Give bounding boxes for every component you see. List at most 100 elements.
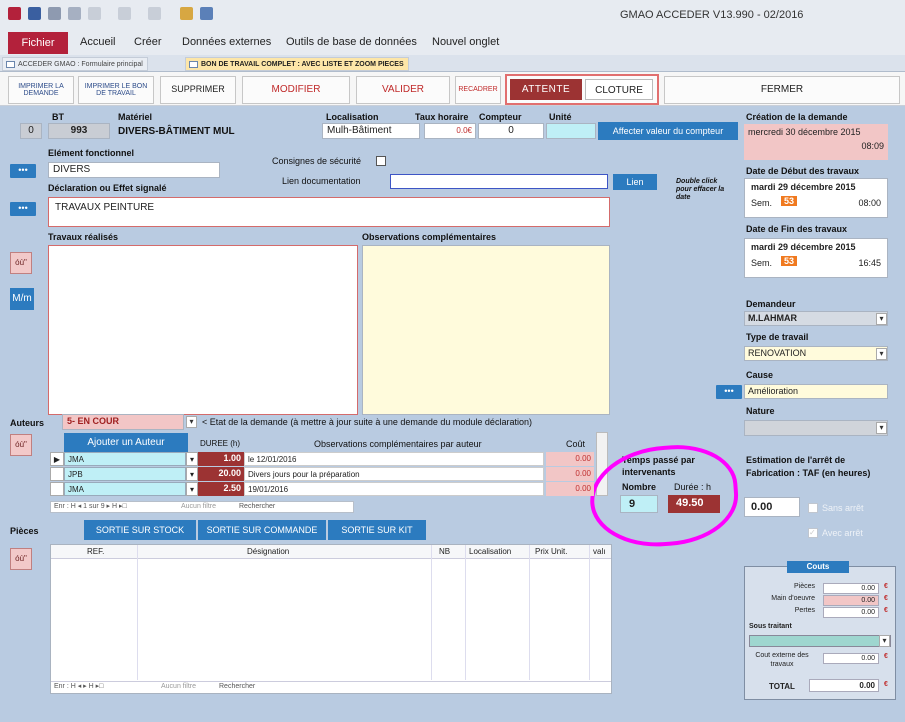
doc-tab-label: ACCEDER GMAO : Formulaire principal <box>18 61 143 68</box>
unite-label: Unité <box>549 112 572 122</box>
cause-more-button[interactable]: ••• <box>716 385 742 399</box>
type-travail-select[interactable]: RENOVATION <box>744 346 888 361</box>
author-obs[interactable]: 19/01/2016 <box>244 482 544 496</box>
undo-icon[interactable] <box>118 7 131 20</box>
nature-select[interactable] <box>744 420 888 436</box>
pieces-grid[interactable]: REF. Désignation NB Localisation Prix Un… <box>50 544 612 694</box>
unite-field[interactable] <box>546 123 596 139</box>
row-selector[interactable] <box>50 467 64 481</box>
delete-button[interactable]: SUPPRIMER <box>160 76 236 104</box>
author-duree[interactable]: 1.00 <box>198 452 244 466</box>
tab-fichier[interactable]: Fichier <box>8 32 68 54</box>
auteurs-action-button[interactable]: óù" <box>10 434 32 456</box>
cause-field[interactable]: Amélioration <box>744 384 888 399</box>
sans-arret-checkbox[interactable] <box>808 503 818 513</box>
observations-field[interactable] <box>362 245 610 415</box>
save-icon[interactable] <box>28 7 41 20</box>
chevron-down-icon[interactable]: ▾ <box>186 467 198 481</box>
col-localisation[interactable]: Localisation <box>469 547 511 556</box>
row-selector[interactable] <box>50 482 64 496</box>
col-ref[interactable]: REF. <box>87 547 104 556</box>
author-row[interactable]: JPB ▾ 20.00 Divers jours pour la préparatio… <box>50 467 605 481</box>
cloture-button[interactable]: CLOTURE <box>585 79 653 100</box>
bt-label: BT <box>52 112 64 122</box>
print-bt-button[interactable]: IMPRIMER LE BON DE TRAVAIL <box>78 76 154 104</box>
redo-icon[interactable] <box>148 7 161 20</box>
cout-externe-value[interactable]: 0.00 <box>823 653 879 664</box>
modify-button[interactable]: MODIFIER <box>242 76 350 104</box>
author-name[interactable]: JMA <box>64 482 186 496</box>
tab-creer[interactable]: Créer <box>134 36 162 48</box>
row-selector[interactable]: ▶ <box>50 452 64 466</box>
element-more-button[interactable]: ••• <box>10 164 36 178</box>
travaux-field[interactable] <box>48 245 358 415</box>
report-icon[interactable] <box>200 7 213 20</box>
author-name[interactable]: JMA <box>64 452 186 466</box>
edit-icon[interactable] <box>48 7 61 20</box>
author-row[interactable]: JMA ▾ 2.50 19/01/2016 0.00 <box>50 482 605 496</box>
attente-button[interactable]: ATTENTE <box>510 79 582 100</box>
estimation-field[interactable]: 0.00 <box>744 497 800 517</box>
doc-tab-bon-de-travail[interactable]: BON DE TRAVAIL COMPLET : AVEC LISTE ET Z… <box>185 57 409 71</box>
travaux-action-button[interactable]: óù" <box>10 252 32 274</box>
tab-nouvel-onglet[interactable]: Nouvel onglet <box>432 36 499 48</box>
author-name[interactable]: JPB <box>64 467 186 481</box>
col-valeur[interactable]: valı <box>593 547 605 556</box>
chevron-down-icon[interactable]: ▾ <box>186 452 198 466</box>
avec-arret-checkbox[interactable]: ✓ <box>808 528 818 538</box>
pieces-action-button[interactable]: óù" <box>10 548 32 570</box>
sortie-kit-button[interactable]: SORTIE SUR KIT <box>328 520 426 540</box>
pertes-value[interactable]: 0.00 <box>823 607 879 618</box>
lien-field[interactable] <box>390 174 608 189</box>
declaration-more-button[interactable]: ••• <box>10 202 36 216</box>
nav-search[interactable]: Rechercher <box>239 502 275 512</box>
col-designation[interactable]: Désignation <box>247 547 289 556</box>
sortie-stock-button[interactable]: SORTIE SUR STOCK <box>84 520 196 540</box>
sortie-commande-button[interactable]: SORTIE SUR COMMANDE <box>198 520 326 540</box>
sous-traitant-select[interactable] <box>749 635 891 647</box>
recadrer-button[interactable]: RECADRER <box>455 76 501 104</box>
print-request-button[interactable]: IMPRIMER LA DEMANDE <box>8 76 74 104</box>
element-field[interactable]: DIVERS <box>48 162 220 178</box>
copy-icon[interactable] <box>68 7 81 20</box>
close-button[interactable]: FERMER <box>664 76 900 104</box>
etat-select[interactable]: 5- EN COUR <box>62 414 184 430</box>
mm-button[interactable]: M/m <box>10 288 34 310</box>
nav-search[interactable]: Rechercher <box>219 682 255 692</box>
author-duree[interactable]: 2.50 <box>198 482 244 496</box>
chevron-down-icon[interactable]: ▾ <box>879 635 890 647</box>
nav-filter[interactable]: Aucun filtre <box>181 502 216 512</box>
taux-field[interactable]: 0.0€ <box>424 123 476 139</box>
author-row[interactable]: ▶ JMA ▾ 1.00 le 12/01/2016 0.00 <box>50 452 605 466</box>
compteur-field[interactable]: 0 <box>478 123 544 139</box>
consignes-checkbox[interactable] <box>376 156 386 166</box>
tab-accueil[interactable]: Accueil <box>80 36 115 48</box>
author-record-nav[interactable]: Enr : H ◂ 1 sur 9 ▸ H ▸□ Aucun filtre Re… <box>50 501 354 513</box>
chevron-down-icon[interactable]: ▾ <box>876 348 887 360</box>
nav-filter[interactable]: Aucun filtre <box>161 682 196 692</box>
chevron-down-icon[interactable]: ▾ <box>876 422 887 434</box>
col-nb[interactable]: NB <box>439 547 450 556</box>
document-tabs: ACCEDER GMAO : Formulaire principal BON … <box>0 55 905 72</box>
author-duree[interactable]: 20.00 <box>198 467 244 481</box>
chevron-down-icon[interactable]: ▾ <box>186 416 197 428</box>
pieces-record-nav[interactable]: Enr : H ◂ ▸ H ▸□ Aucun filtre Rechercher <box>51 681 611 693</box>
tab-donnees-externes[interactable]: Données externes <box>182 36 271 48</box>
debut-field[interactable]: mardi 29 décembre 2015 Sem. 53 08:00 <box>744 178 888 218</box>
doc-tab-main-form[interactable]: ACCEDER GMAO : Formulaire principal <box>2 57 148 71</box>
validate-button[interactable]: VALIDER <box>356 76 450 104</box>
col-prix[interactable]: Prix Unit. <box>535 547 567 556</box>
chevron-down-icon[interactable]: ▾ <box>876 313 887 325</box>
demandeur-select[interactable]: M.LAHMAR <box>744 311 888 326</box>
affecter-compteur-button[interactable]: Affecter valeur du compteur <box>598 122 738 140</box>
tab-outils[interactable]: Outils de base de données <box>286 36 417 48</box>
lien-button[interactable]: Lien <box>613 174 657 190</box>
add-author-button[interactable]: Ajouter un Auteur <box>64 433 188 453</box>
author-obs[interactable]: le 12/01/2016 <box>244 452 544 466</box>
chevron-down-icon[interactable]: ▾ <box>186 482 198 496</box>
page-icon[interactable] <box>88 7 101 20</box>
declaration-field[interactable]: TRAVAUX PEINTURE <box>48 197 610 227</box>
form-icon[interactable] <box>180 7 193 20</box>
author-obs[interactable]: Divers jours pour la préparation <box>244 467 544 481</box>
fin-field[interactable]: mardi 29 décembre 2015 Sem. 53 16:45 <box>744 238 888 278</box>
